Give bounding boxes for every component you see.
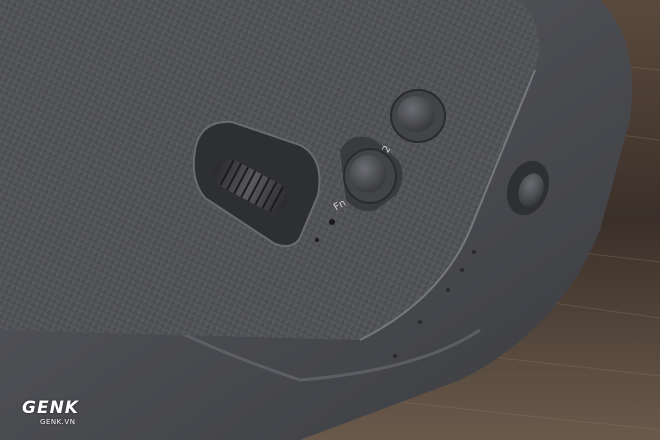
- indicator-dot: [329, 219, 335, 225]
- device-photo: [0, 0, 660, 440]
- fn-button: [350, 155, 386, 193]
- watermark-brand: GENK: [22, 398, 79, 418]
- watermark-site: GENK.VN: [40, 418, 76, 426]
- photo-scene: Fn 2 GENK GENK.VN: [0, 0, 660, 440]
- mic-hole: [315, 238, 319, 242]
- button-two: [397, 96, 435, 132]
